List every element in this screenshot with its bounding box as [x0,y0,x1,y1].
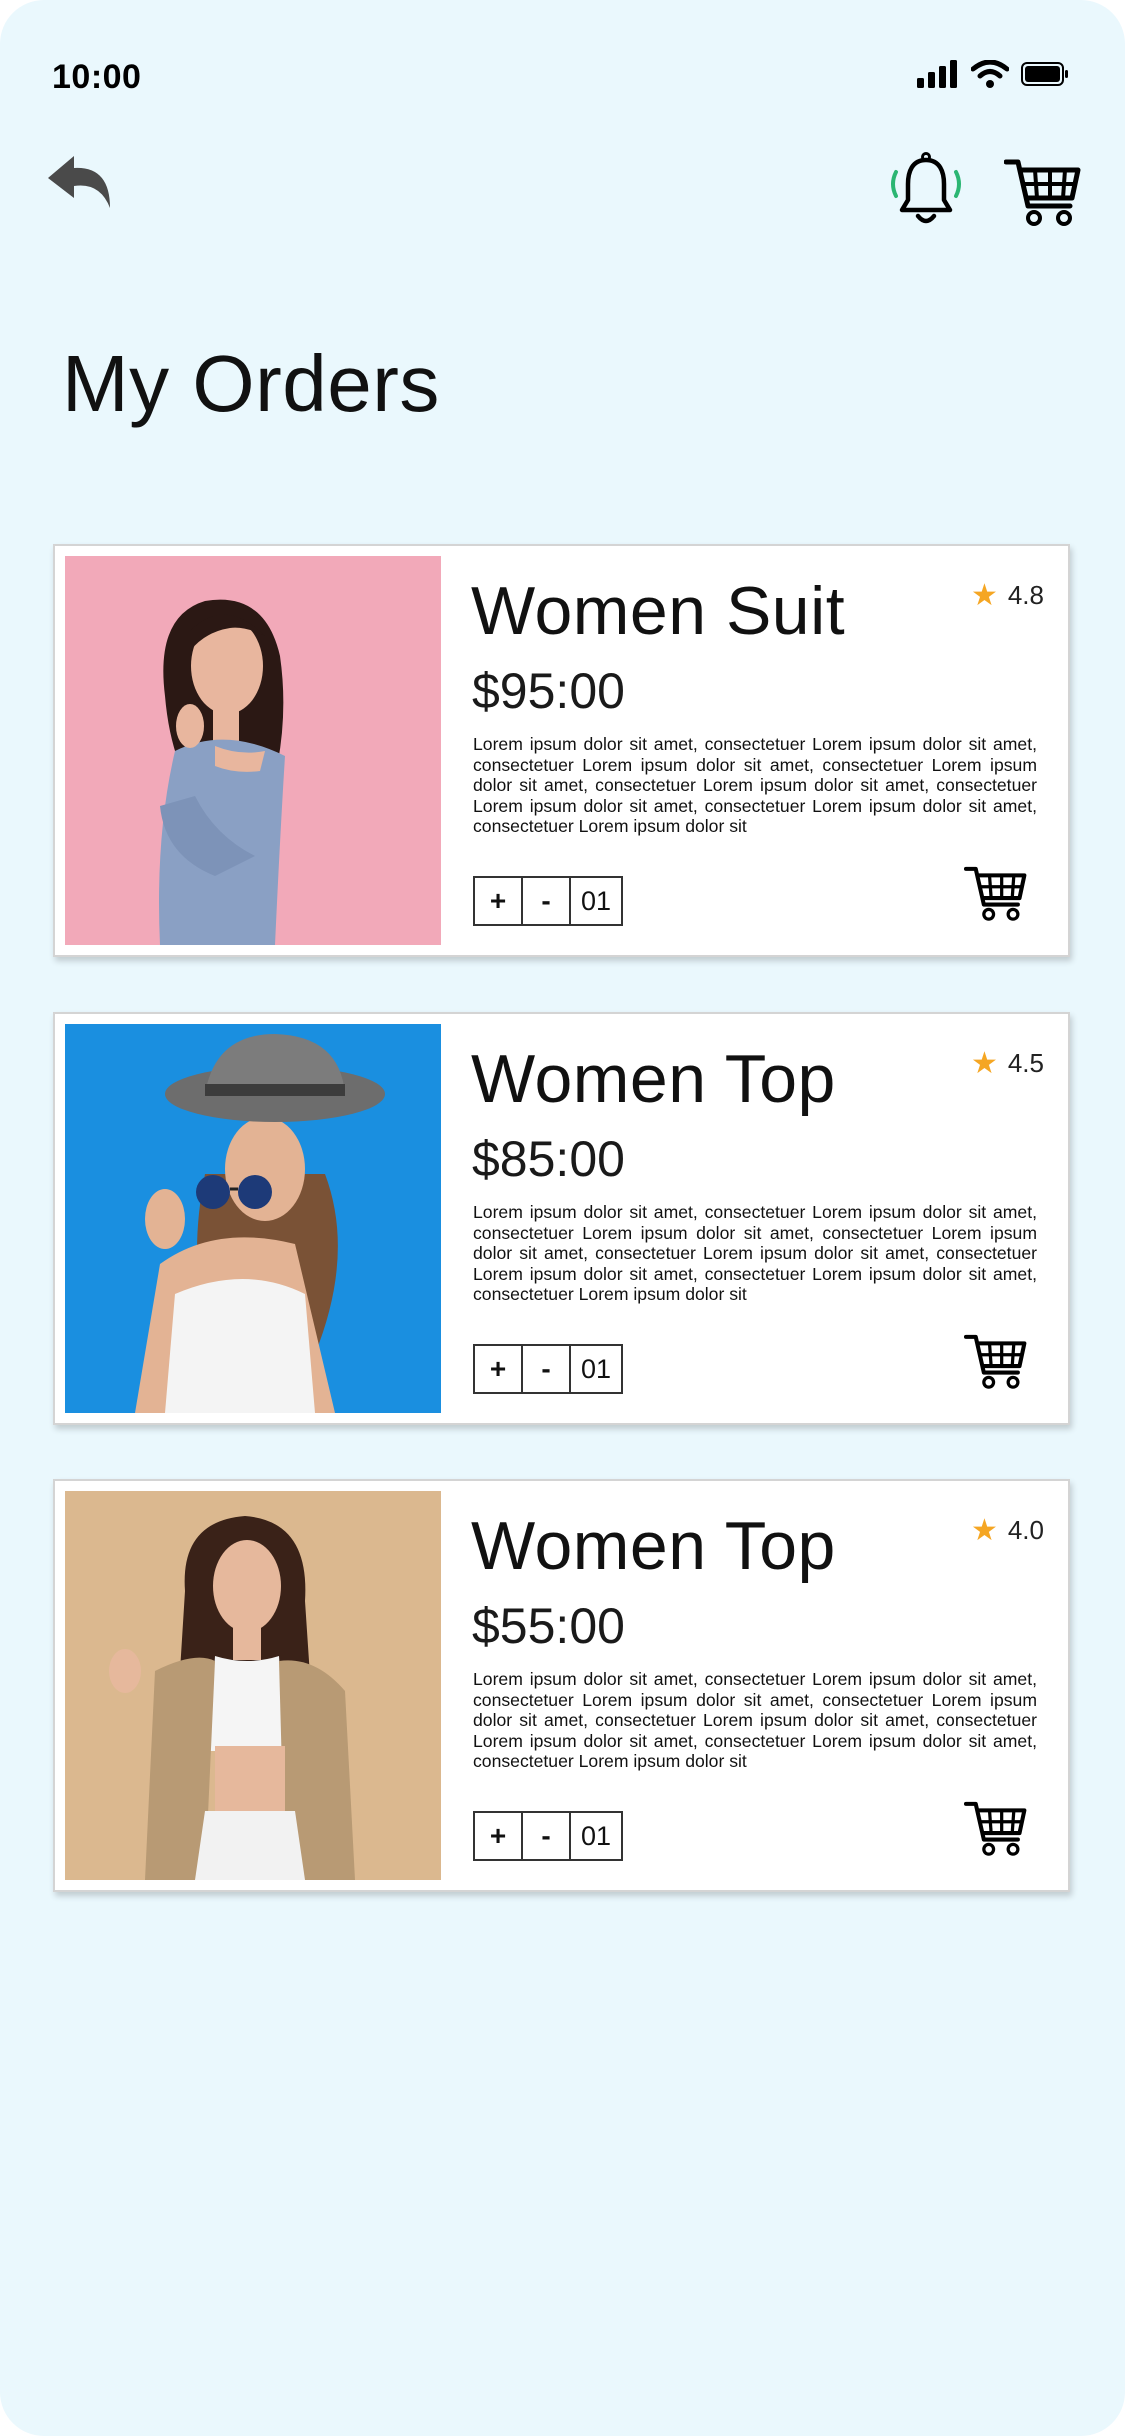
shopping-cart-icon [1003,159,1081,226]
product-description: Lorem ipsum dolor sit amet, consectetuer… [473,1669,1037,1771]
rating-value: 4.0 [1007,1515,1044,1545]
back-arrow-icon [48,156,110,208]
product-photo [65,556,441,945]
my-orders-screen: 10:00 My Orders Women Suit ★ 4.8 $95:00 … [0,0,1125,2436]
shopping-cart-icon [963,866,1027,921]
order-card: Women Suit ★ 4.8 $95:00 Lorem ipsum dolo… [53,544,1070,957]
cart-button[interactable] [1003,156,1082,230]
status-icons [917,60,1069,88]
notification-bell-icon [891,152,961,224]
signal-icon [917,60,957,88]
quantity-value: 01 [571,1346,621,1392]
product-description: Lorem ipsum dolor sit amet, consectetuer… [473,734,1037,836]
star-icon: ★ [970,1513,998,1547]
order-card: Women Top ★ 4.0 $55:00 Lorem ipsum dolor… [53,1479,1070,1892]
decrease-quantity-button[interactable]: - [523,1346,571,1392]
page-title: My Orders [62,339,440,428]
product-photo [65,1024,441,1413]
star-icon: ★ [970,578,998,612]
product-name: Women Top [471,1508,836,1584]
product-description: Lorem ipsum dolor sit amet, consectetuer… [473,1202,1037,1304]
product-photo [65,1491,441,1880]
increase-quantity-button[interactable]: + [475,1813,523,1859]
shopping-cart-icon [963,1801,1027,1856]
add-to-cart-button[interactable] [963,1799,1028,1859]
product-rating: ★ 4.0 [971,1515,1044,1546]
notification-button[interactable] [886,150,966,234]
increase-quantity-button[interactable]: + [475,1346,523,1392]
product-name: Women Suit [471,573,846,649]
quantity-stepper: + - 01 [473,1344,623,1394]
quantity-stepper: + - 01 [473,1811,623,1861]
increase-quantity-button[interactable]: + [475,878,523,924]
battery-icon [1021,62,1068,86]
rating-value: 4.8 [1007,580,1044,610]
quantity-value: 01 [571,1813,621,1859]
product-price: $85:00 [472,1131,625,1187]
wifi-icon [971,60,1009,88]
quantity-stepper: + - 01 [473,876,623,926]
product-name: Women Top [471,1041,836,1117]
product-price: $55:00 [472,1598,625,1654]
product-rating: ★ 4.5 [971,1048,1044,1079]
status-time: 10:00 [52,58,142,96]
add-to-cart-button[interactable] [963,1332,1028,1392]
quantity-value: 01 [571,878,621,924]
product-rating: ★ 4.8 [971,580,1044,611]
order-card: Women Top ★ 4.5 $85:00 Lorem ipsum dolor… [53,1012,1070,1425]
decrease-quantity-button[interactable]: - [523,1813,571,1859]
shopping-cart-icon [963,1334,1027,1389]
product-price: $95:00 [472,663,625,719]
back-button[interactable] [44,152,124,222]
add-to-cart-button[interactable] [963,864,1028,924]
star-icon: ★ [970,1046,998,1080]
rating-value: 4.5 [1007,1048,1044,1078]
decrease-quantity-button[interactable]: - [523,878,571,924]
